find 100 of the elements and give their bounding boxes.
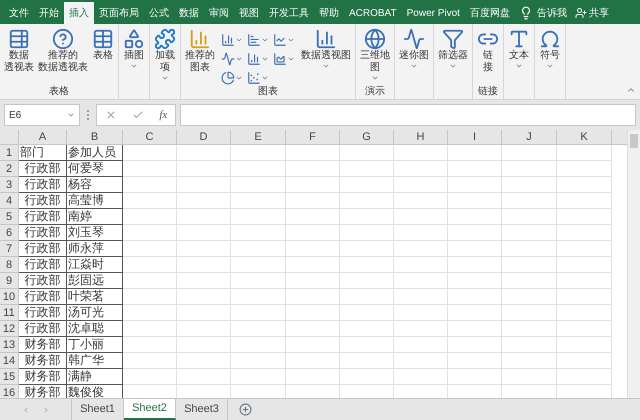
empty-cell bbox=[177, 273, 231, 289]
menu-tab[interactable]: 百度网盘 bbox=[464, 2, 515, 24]
vertical-scrollbar[interactable] bbox=[627, 130, 640, 398]
row-header[interactable]: 10 bbox=[0, 289, 19, 305]
row-header[interactable]: 5 bbox=[0, 209, 19, 225]
empty-cell bbox=[123, 177, 177, 193]
row-header[interactable]: 2 bbox=[0, 161, 19, 177]
empty-cell bbox=[286, 225, 340, 241]
ribbon-button[interactable]: 插图 bbox=[121, 28, 147, 86]
row-header[interactable]: 4 bbox=[0, 193, 19, 209]
empty-cell bbox=[231, 257, 286, 273]
ribbon-button[interactable]: 迷你图 bbox=[397, 28, 431, 86]
ribbon-button[interactable]: 表格 bbox=[90, 28, 116, 86]
column-header[interactable]: I bbox=[448, 130, 502, 144]
ribbon-button[interactable]: 推荐的 数据透视表 bbox=[36, 28, 90, 86]
empty-cell bbox=[502, 337, 557, 353]
sheet-tab[interactable]: Sheet2 bbox=[124, 399, 176, 420]
column-header[interactable]: K bbox=[557, 130, 612, 144]
column-header[interactable]: G bbox=[340, 130, 394, 144]
table-cell: 彭固远 bbox=[67, 273, 123, 289]
add-sheet-icon[interactable] bbox=[238, 403, 252, 416]
empty-cell bbox=[177, 305, 231, 321]
column-header[interactable]: E bbox=[231, 130, 286, 144]
column-header[interactable]: B bbox=[67, 130, 123, 144]
menu-tab[interactable]: 公式 bbox=[144, 2, 174, 24]
row-header[interactable]: 3 bbox=[0, 177, 19, 193]
menu-tab[interactable]: 文件 bbox=[4, 2, 34, 24]
empty-cell bbox=[340, 337, 394, 353]
menu-tab[interactable]: 审阅 bbox=[204, 2, 234, 24]
empty-cell bbox=[123, 257, 177, 273]
menu-tab[interactable]: 数据 bbox=[174, 2, 204, 24]
empty-cell bbox=[231, 177, 286, 193]
row-header[interactable]: 8 bbox=[0, 257, 19, 273]
row-header[interactable]: 1 bbox=[0, 145, 19, 161]
chart-type-button[interactable] bbox=[247, 70, 269, 86]
sheet-tab[interactable]: Sheet3 bbox=[176, 399, 228, 420]
menu-tab[interactable]: Power Pivot bbox=[402, 2, 465, 24]
ribbon-button[interactable]: 链 接 bbox=[475, 28, 501, 86]
empty-cell bbox=[557, 177, 612, 193]
tell-me-button[interactable]: 告诉我 bbox=[532, 2, 571, 24]
menu-tab[interactable]: 页面布局 bbox=[94, 2, 144, 24]
column-header[interactable]: D bbox=[177, 130, 231, 144]
chart-type-button[interactable] bbox=[221, 51, 243, 67]
name-box[interactable]: E6 bbox=[4, 104, 80, 126]
menu-tab[interactable]: 插入 bbox=[64, 2, 94, 24]
column-header[interactable]: H bbox=[394, 130, 448, 144]
ribbon-button[interactable]: 筛选器 bbox=[436, 28, 470, 86]
empty-cell bbox=[557, 305, 612, 321]
enter-icon[interactable] bbox=[132, 109, 144, 121]
cancel-icon[interactable] bbox=[104, 109, 117, 121]
share-button[interactable]: 共享 bbox=[586, 2, 613, 24]
empty-cell bbox=[502, 273, 557, 289]
row-header[interactable]: 15 bbox=[0, 369, 19, 385]
ribbon-button[interactable]: 数据 透视表 bbox=[2, 28, 36, 86]
empty-cell bbox=[340, 321, 394, 337]
empty-cell bbox=[394, 337, 448, 353]
row-header[interactable]: 7 bbox=[0, 241, 19, 257]
menu-tab[interactable]: 开发工具 bbox=[264, 2, 314, 24]
chart-type-button[interactable] bbox=[247, 32, 269, 48]
empty-cell bbox=[286, 193, 340, 209]
column-header[interactable]: F bbox=[286, 130, 340, 144]
table-cell: 杨容 bbox=[67, 177, 123, 193]
row-header[interactable]: 13 bbox=[0, 337, 19, 353]
empty-cell bbox=[448, 225, 502, 241]
chart-type-button[interactable] bbox=[273, 51, 295, 67]
column-header[interactable]: A bbox=[19, 130, 67, 144]
ribbon-button[interactable]: 符号 bbox=[537, 28, 563, 86]
column-header[interactable]: J bbox=[502, 130, 557, 144]
chart-type-button[interactable] bbox=[247, 51, 269, 67]
empty-cell bbox=[177, 241, 231, 257]
empty-cell bbox=[177, 193, 231, 209]
menu-tab[interactable]: ACROBAT bbox=[344, 2, 402, 24]
row-header[interactable]: 12 bbox=[0, 321, 19, 337]
row-header[interactable]: 9 bbox=[0, 273, 19, 289]
empty-cell bbox=[448, 257, 502, 273]
row-header[interactable]: 11 bbox=[0, 305, 19, 321]
chart-type-button[interactable] bbox=[221, 32, 243, 48]
ribbon-button[interactable]: 数据透视图 bbox=[299, 28, 353, 86]
menu-tab[interactable]: 视图 bbox=[234, 2, 264, 24]
chart-type-button[interactable] bbox=[221, 70, 243, 86]
bar-chart-icon bbox=[315, 28, 337, 50]
formula-field[interactable] bbox=[180, 104, 636, 126]
ribbon-button[interactable]: 推荐的 图表 bbox=[183, 28, 217, 86]
row-header[interactable]: 6 bbox=[0, 225, 19, 241]
table-cell: 部门 bbox=[19, 145, 67, 161]
ribbon-button[interactable]: 文本 bbox=[506, 28, 532, 86]
chart-type-button[interactable] bbox=[273, 32, 295, 48]
row-header[interactable]: 16 bbox=[0, 385, 19, 398]
empty-cell bbox=[394, 209, 448, 225]
function-icon[interactable]: fx bbox=[159, 106, 168, 124]
ribbon-button[interactable]: 加载 项 bbox=[152, 28, 178, 86]
menu-tab[interactable]: 帮助 bbox=[314, 2, 344, 24]
table-cell: 财务部 bbox=[19, 353, 67, 369]
empty-cell bbox=[340, 209, 394, 225]
ribbon-button[interactable]: 三维地 图 bbox=[358, 28, 392, 86]
empty-cell bbox=[340, 241, 394, 257]
column-header[interactable]: C bbox=[123, 130, 177, 144]
menu-tab[interactable]: 开始 bbox=[34, 2, 64, 24]
row-header[interactable]: 14 bbox=[0, 353, 19, 369]
group-label: 演示 bbox=[364, 86, 386, 99]
